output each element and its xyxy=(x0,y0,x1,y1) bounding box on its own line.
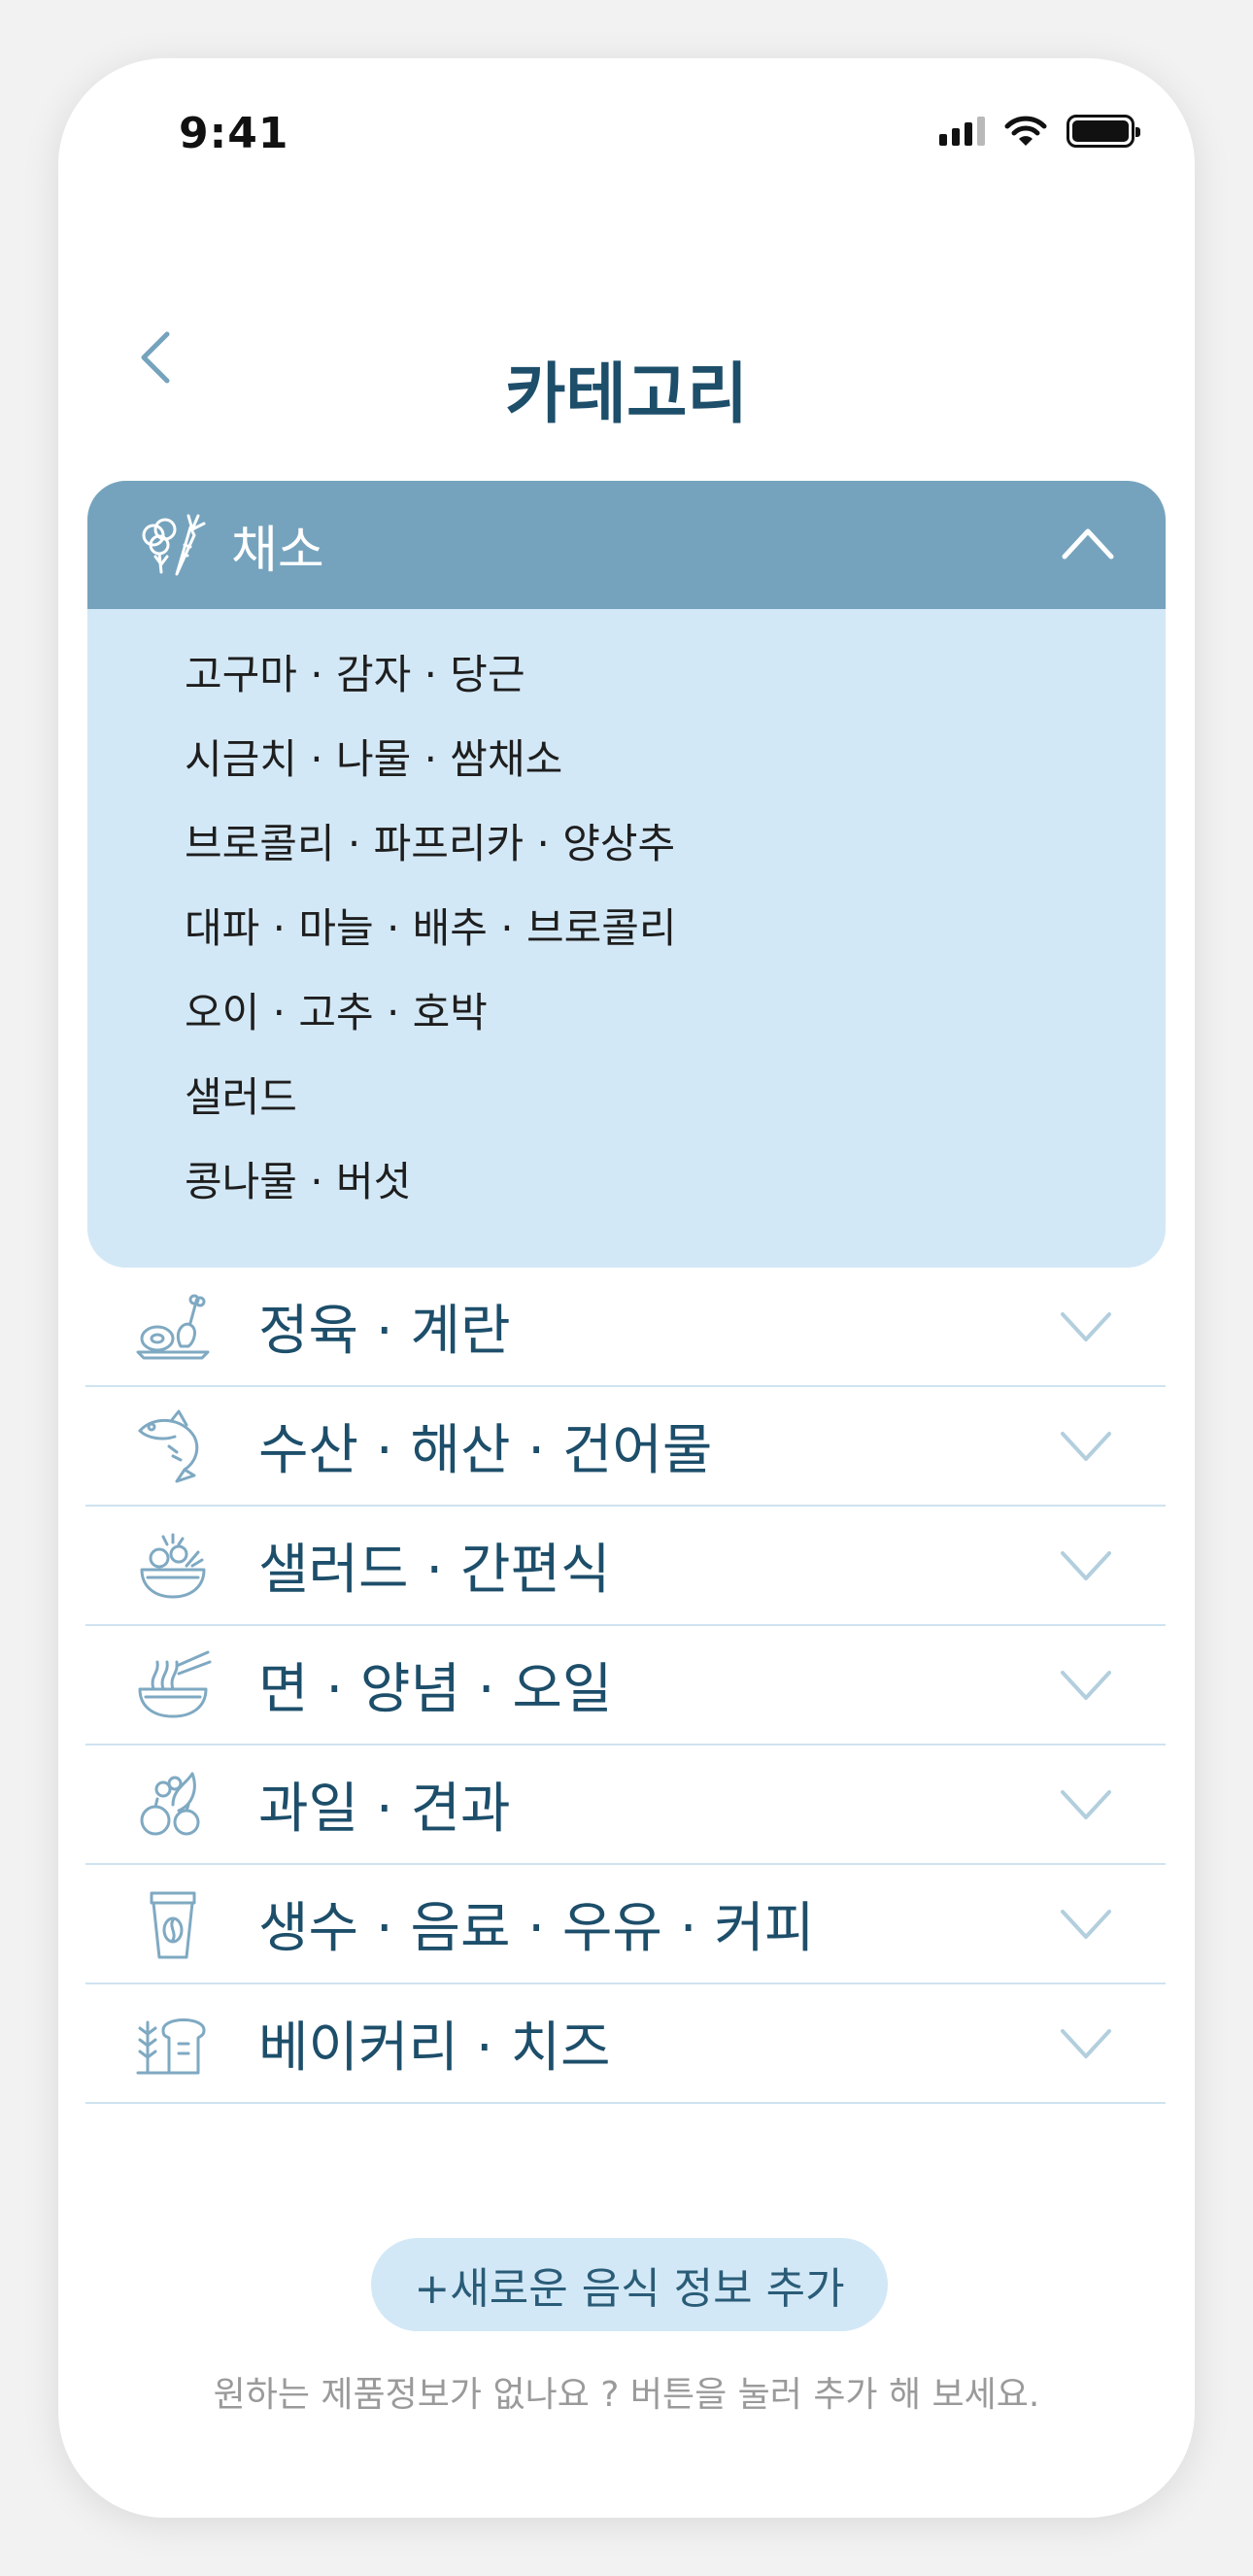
status-bar: 9:41 xyxy=(58,58,1195,204)
category-row-drinks[interactable]: 생수 · 음료 · 우유 · 커피 xyxy=(85,1865,1166,1984)
category-label: 생수 · 음료 · 우유 · 커피 xyxy=(258,1897,815,1960)
category-label: 과일 · 견과 xyxy=(258,1778,511,1841)
phone-screen: 9:41 카테고리 채소 고구마 · 감자 · 당근 시금치 · 나물 · 쌈채… xyxy=(58,58,1195,2518)
vegetable-icon xyxy=(142,514,206,576)
subcategory-item[interactable]: 시금치 · 나물 · 쌈채소 xyxy=(185,717,1166,801)
category-vegetables-label: 채소 xyxy=(231,521,324,580)
category-vegetables-header[interactable]: 채소 xyxy=(87,481,1166,609)
category-list: 정육 · 계란 수산 · 해산 · 건어물 샐러드 · 간편식 면 · 양념 ·… xyxy=(85,1268,1166,2104)
category-label: 수산 · 해산 · 건어물 xyxy=(258,1419,713,1482)
chevron-down-icon xyxy=(1061,1790,1111,1819)
fish-icon xyxy=(138,1409,199,1482)
cellular-signal-icon xyxy=(939,117,985,146)
salad-icon xyxy=(140,1533,206,1598)
meat-icon xyxy=(136,1294,210,1359)
coffee-cup-icon xyxy=(150,1891,196,1958)
category-row-seafood[interactable]: 수산 · 해산 · 건어물 xyxy=(85,1387,1166,1507)
category-row-bakery[interactable]: 베이커리 · 치즈 xyxy=(85,1984,1166,2104)
noodle-icon xyxy=(138,1650,212,1717)
wifi-icon xyxy=(1004,116,1047,146)
category-row-fruit[interactable]: 과일 · 견과 xyxy=(85,1746,1166,1865)
category-label: 베이커리 · 치즈 xyxy=(258,2017,611,2080)
category-row-noodles[interactable]: 면 · 양념 · 오일 xyxy=(85,1626,1166,1746)
chevron-up-icon xyxy=(1062,528,1114,559)
subcategory-list: 고구마 · 감자 · 당근 시금치 · 나물 · 쌈채소 브로콜리 · 파프리카… xyxy=(87,609,1166,1224)
chevron-down-icon xyxy=(1061,1312,1111,1341)
category-label: 정육 · 계란 xyxy=(258,1300,511,1363)
subcategory-item[interactable]: 고구마 · 감자 · 당근 xyxy=(185,632,1166,717)
chevron-down-icon xyxy=(1061,1551,1111,1580)
category-label: 면 · 양념 · 오일 xyxy=(258,1658,613,1721)
subcategory-item[interactable]: 콩나물 · 버섯 xyxy=(185,1139,1166,1224)
helper-text: 원하는 제품정보가 없나요 ? 버튼을 눌러 추가 해 보세요. xyxy=(213,2375,1040,2415)
subcategory-item[interactable]: 샐러드 xyxy=(185,1055,1166,1139)
status-time: 9:41 xyxy=(179,109,289,158)
bread-icon xyxy=(136,2017,206,2074)
category-row-meat[interactable]: 정육 · 계란 xyxy=(85,1268,1166,1387)
status-icons xyxy=(939,115,1140,148)
add-food-info-button[interactable]: +새로운 음식 정보 추가 xyxy=(371,2238,888,2331)
fruit-icon xyxy=(140,1772,200,1835)
category-row-salad[interactable]: 샐러드 · 간편식 xyxy=(85,1507,1166,1626)
chevron-down-icon xyxy=(1061,2029,1111,2058)
subcategory-item[interactable]: 대파 · 마늘 · 배추 · 브로콜리 xyxy=(185,886,1166,970)
chevron-down-icon xyxy=(1061,1432,1111,1461)
category-label: 샐러드 · 간편식 xyxy=(258,1539,611,1602)
chevron-down-icon xyxy=(1061,1910,1111,1939)
page-title: 카테고리 xyxy=(504,356,749,433)
chevron-down-icon xyxy=(1061,1671,1111,1700)
category-vegetables-panel: 채소 고구마 · 감자 · 당근 시금치 · 나물 · 쌈채소 브로콜리 · 파… xyxy=(87,481,1166,1268)
subcategory-item[interactable]: 오이 · 고추 · 호박 xyxy=(185,970,1166,1055)
subcategory-item[interactable]: 브로콜리 · 파프리카 · 양상추 xyxy=(185,801,1166,886)
battery-icon xyxy=(1067,115,1140,148)
